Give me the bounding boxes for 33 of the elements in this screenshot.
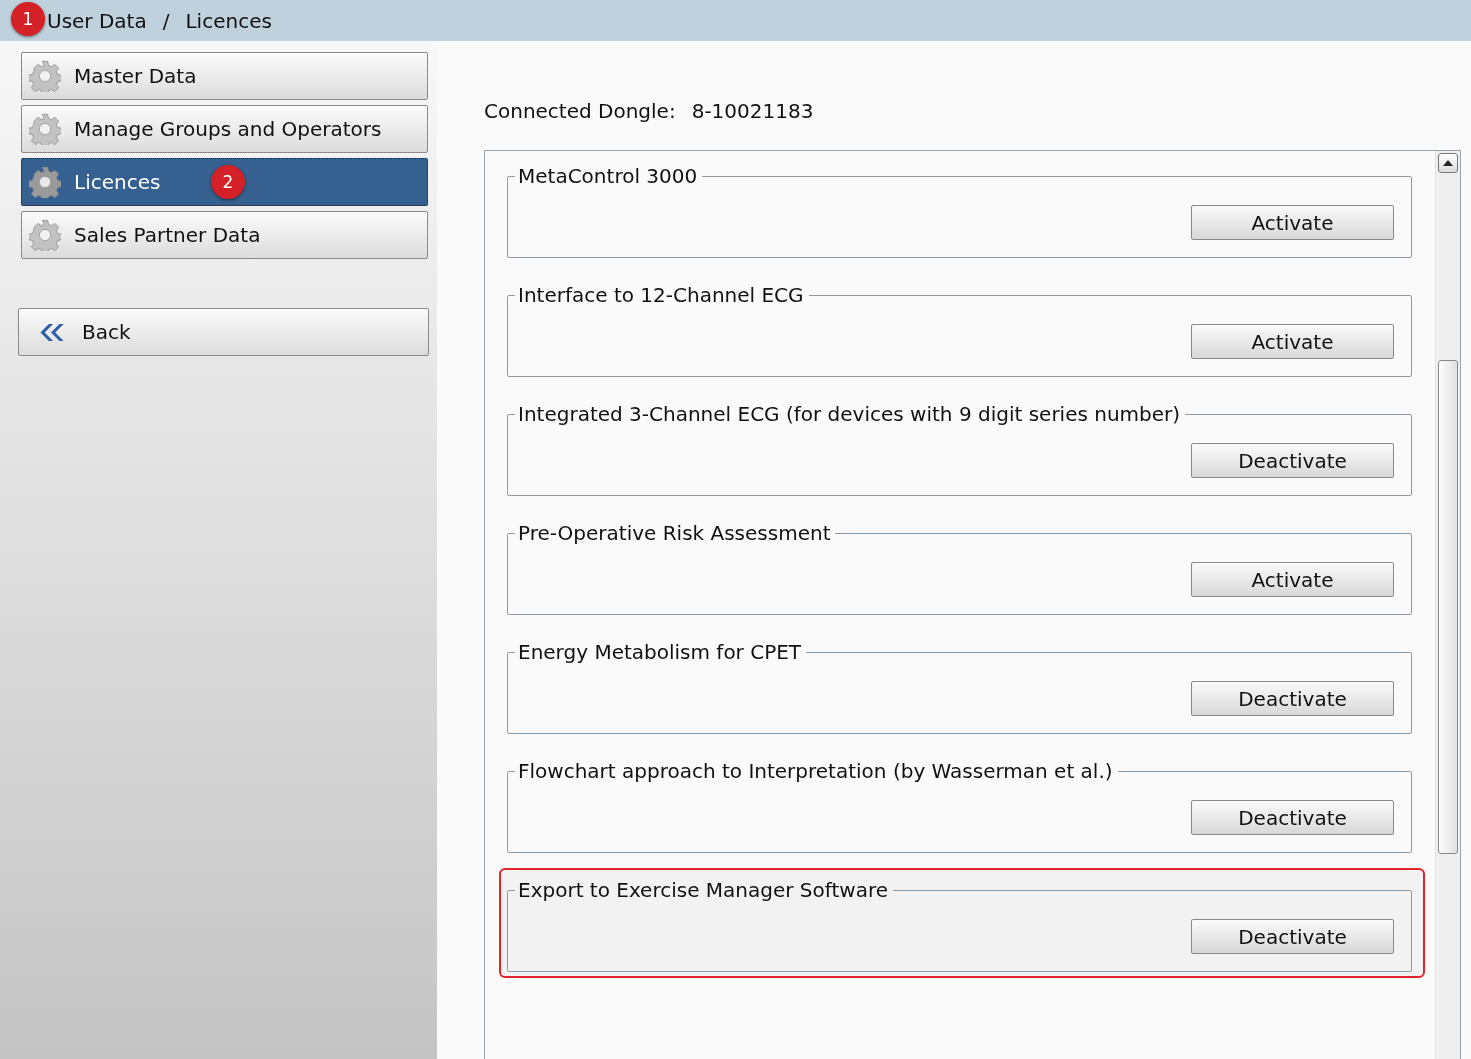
gear-icon xyxy=(29,219,61,251)
step-badge: 1 xyxy=(11,2,45,36)
breadcrumb-separator: / xyxy=(162,8,170,33)
licence-name: Flowchart approach to Interpretation (by Wasserman et al.) xyxy=(517,759,1114,783)
gear-icon xyxy=(29,166,61,198)
dongle-label: Connected Dongle: xyxy=(484,98,676,123)
breadcrumb-current: Licences xyxy=(185,8,272,33)
licence-toggle-button[interactable]: Activate xyxy=(1191,324,1394,359)
licence-name: MetaControl 3000 xyxy=(517,164,699,188)
breadcrumb-link[interactable]: User Data xyxy=(47,8,147,33)
double-chevron-left-icon xyxy=(38,322,64,342)
gear-icon xyxy=(29,60,61,92)
sidebar-item[interactable]: Sales Partner Data xyxy=(21,211,428,259)
up-arrow-icon xyxy=(1443,160,1453,166)
licence-toggle-button[interactable]: Activate xyxy=(1191,205,1394,240)
licence-name: Energy Metabolism for CPET xyxy=(517,640,803,664)
scrollbar-thumb[interactable] xyxy=(1438,360,1458,854)
gear-icon xyxy=(29,113,61,145)
scroll-up-button[interactable] xyxy=(1438,153,1458,173)
licence-toggle-button[interactable]: Deactivate xyxy=(1191,800,1394,835)
licence-name: Interface to 12-Channel ECG xyxy=(517,283,805,307)
licence-toggle-button[interactable]: Deactivate xyxy=(1191,919,1394,954)
sidebar-item[interactable]: Manage Groups and Operators xyxy=(21,105,428,153)
back-button[interactable]: Back xyxy=(18,308,429,356)
licence-toggle-button[interactable]: Activate xyxy=(1191,562,1394,597)
scrollbar[interactable] xyxy=(1435,151,1460,1059)
licence-name: Export to Exercise Manager Software xyxy=(517,878,890,902)
dongle-number: 8-10021183 xyxy=(691,98,814,123)
licence-name: Integrated 3-Channel ECG (for devices with 9 digit series number) xyxy=(517,402,1182,426)
licence-toggle-button[interactable]: Deactivate xyxy=(1191,681,1394,716)
licence-name: Pre-Operative Risk Assessment xyxy=(517,521,832,545)
sidebar-item[interactable]: Master Data xyxy=(21,52,428,100)
licence-toggle-button[interactable]: Deactivate xyxy=(1191,443,1394,478)
